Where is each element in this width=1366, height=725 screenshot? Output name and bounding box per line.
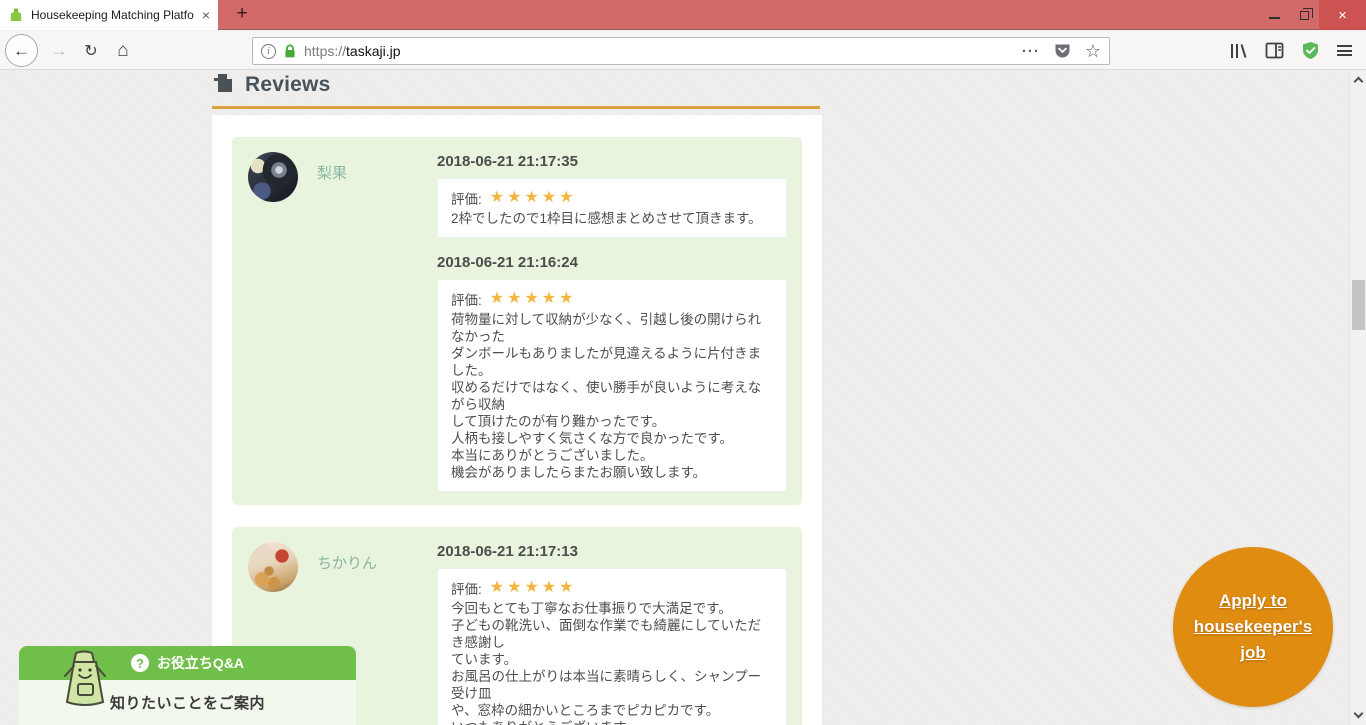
- scrollbar-thumb[interactable]: [1352, 280, 1365, 330]
- browser-tab[interactable]: Housekeeping Matching Platfo ×: [0, 0, 218, 30]
- document-icon: [212, 73, 234, 97]
- restore-button[interactable]: [1289, 0, 1319, 30]
- review-date: 2018-06-21 21:16:24: [437, 253, 787, 273]
- reviewer-name[interactable]: 梨果: [317, 162, 347, 183]
- new-tab-button[interactable]: +: [228, 0, 256, 30]
- qa-subtitle: 知りたいことをご案内: [110, 692, 265, 713]
- sidebar-icon[interactable]: [1265, 42, 1284, 59]
- review-text: 荷物量に対して収納が少なく、引越し後の開けられなかった ダンボールもありましたが…: [451, 311, 773, 481]
- rating-label: 評価:: [451, 289, 482, 309]
- review-entry: 評価: ★★★★★ 今回もとても丁寧なお仕事振りで大満足です。 子どもの靴洗い、…: [437, 568, 787, 725]
- vertical-scrollbar[interactable]: [1349, 70, 1366, 725]
- review-card: 梨果 2018-06-21 21:17:35 評価: ★★★★★ 2枠でしたので…: [232, 137, 802, 505]
- close-window-button[interactable]: ×: [1319, 0, 1366, 30]
- browser-toolbar: ← → ↻ ⌂ i https://taskaji.jp ··· ☆: [0, 31, 1366, 70]
- star-rating-icon: ★★★★★: [490, 190, 577, 206]
- bookmark-star-icon[interactable]: ☆: [1085, 41, 1101, 62]
- reviews-heading-row: Reviews: [212, 73, 330, 97]
- page-content: Reviews 梨果 2018-06-21 21:17:35 評価: ★★★★★…: [0, 70, 1366, 725]
- library-icon[interactable]: [1229, 42, 1248, 60]
- reviewer-avatar[interactable]: [248, 542, 298, 592]
- scroll-down-icon[interactable]: [1354, 709, 1364, 719]
- toolbar-icons: [1229, 31, 1352, 70]
- review-text: 今回もとても丁寧なお仕事振りで大満足です。 子どもの靴洗い、面倒な作業でも綺麗に…: [451, 600, 773, 725]
- tab-title: Housekeeping Matching Platfo: [31, 8, 195, 22]
- review-entry: 評価: ★★★★★ 2枠でしたので1枠目に感想まとめさせて頂きます。: [437, 178, 787, 238]
- review-entry: 評価: ★★★★★ 荷物量に対して収納が少なく、引越し後の開けられなかった ダン…: [437, 279, 787, 492]
- reviewer-avatar[interactable]: [248, 152, 298, 202]
- pocket-icon[interactable]: [1054, 43, 1071, 59]
- page-title: Reviews: [245, 73, 330, 97]
- menu-hamburger-icon[interactable]: [1337, 43, 1352, 59]
- review-date: 2018-06-21 21:17:13: [437, 542, 787, 562]
- question-mark-icon: ?: [131, 654, 149, 672]
- forward-button[interactable]: →: [44, 31, 74, 70]
- site-favicon-icon: [8, 7, 24, 23]
- rating-label: 評価:: [451, 188, 482, 208]
- page-actions-icon[interactable]: ···: [1022, 43, 1040, 60]
- reviewer-name[interactable]: ちかりん: [317, 552, 377, 573]
- secure-lock-icon[interactable]: [283, 44, 297, 59]
- url-text[interactable]: https://taskaji.jp: [304, 43, 1015, 59]
- reviews-container: 梨果 2018-06-21 21:17:35 評価: ★★★★★ 2枠でしたので…: [212, 115, 822, 725]
- url-protocol: https://: [304, 43, 346, 59]
- star-rating-icon: ★★★★★: [490, 291, 577, 307]
- tab-close-icon[interactable]: ×: [202, 8, 210, 22]
- heading-underline: [212, 106, 820, 109]
- review-date: 2018-06-21 21:17:35: [437, 152, 787, 172]
- reload-button[interactable]: ↻: [76, 31, 106, 70]
- apply-button-label: Apply to housekeeper's job: [1194, 588, 1312, 666]
- minimize-button[interactable]: [1259, 0, 1289, 30]
- url-host: taskaji.jp: [346, 43, 400, 59]
- review-text: 2枠でしたので1枠目に感想まとめさせて頂きます。: [451, 210, 773, 227]
- protection-shield-icon[interactable]: [1301, 41, 1320, 60]
- scroll-up-icon[interactable]: [1354, 77, 1364, 87]
- page-info-icon[interactable]: i: [261, 44, 276, 59]
- apron-mascot-icon: [52, 650, 118, 710]
- star-rating-icon: ★★★★★: [490, 580, 577, 596]
- rating-label: 評価:: [451, 578, 482, 598]
- browser-titlebar: Housekeeping Matching Platfo × + ×: [0, 0, 1366, 30]
- window-controls: ×: [1259, 0, 1366, 30]
- home-button[interactable]: ⌂: [108, 31, 138, 70]
- url-bar[interactable]: i https://taskaji.jp ··· ☆: [252, 37, 1110, 65]
- apply-housekeeper-button[interactable]: Apply to housekeeper's job: [1173, 547, 1333, 707]
- qa-title: お役立ちQ&A: [157, 653, 244, 673]
- qa-helper-widget[interactable]: ? お役立ちQ&A 知りたいことをご案内: [19, 646, 356, 725]
- back-button[interactable]: ←: [5, 34, 38, 67]
